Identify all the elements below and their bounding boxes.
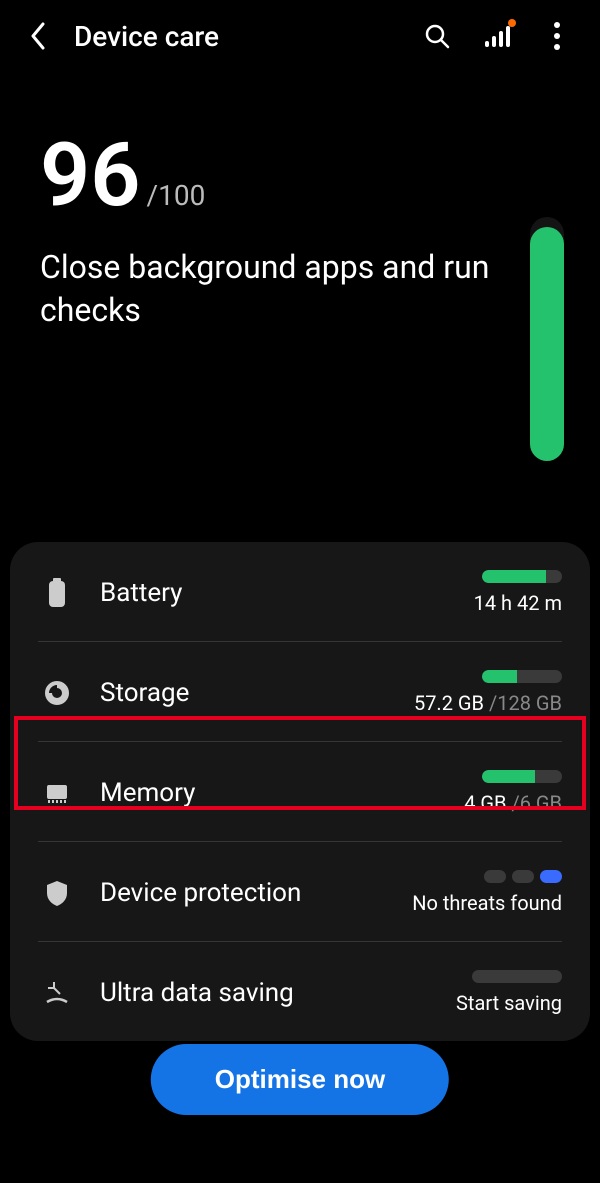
ultra-sub: Start saving [456,991,562,1015]
battery-icon [38,578,76,608]
storage-sub: 57.2 GB /128 GB [414,691,562,715]
optimise-button[interactable]: Optimise now [151,1044,449,1115]
score-bar-fill [530,227,564,461]
row-storage[interactable]: Storage 57.2 GB /128 GB [38,641,562,741]
protection-dots [484,870,562,883]
storage-bar [482,670,562,683]
memory-sub: 4 GB /6 GB [464,791,562,815]
memory-bar [482,770,562,783]
data-saving-icon [38,980,76,1006]
metrics-card: Battery 14 h 42 m Storage 57.2 GB /128 G… [10,542,590,1041]
back-icon[interactable] [24,22,52,50]
protection-sub: No threats found [412,891,562,915]
protection-label: Device protection [100,878,402,908]
notification-dot [508,19,516,27]
header: Device care [0,0,600,72]
shield-icon [38,879,76,907]
storage-icon [38,680,76,706]
battery-bar [482,570,562,583]
score-max: /100 [147,179,206,212]
ultra-bar [472,970,562,983]
page-title: Device care [74,20,424,53]
score-value: 96 [40,132,141,220]
signal-icon[interactable] [484,23,510,49]
memory-label: Memory [100,778,402,808]
search-icon[interactable] [424,23,450,49]
memory-icon [38,782,76,804]
battery-sub: 14 h 42 m [474,591,562,615]
score-bar [530,217,564,461]
row-battery[interactable]: Battery 14 h 42 m [38,542,562,641]
score-message: Close background apps and run checks [40,246,490,332]
more-icon[interactable] [544,23,570,49]
score-section: 96/100 Close background apps and run che… [0,72,600,542]
ultra-label: Ultra data saving [100,978,402,1008]
battery-label: Battery [100,578,402,608]
row-protection[interactable]: Device protection No threats found [38,841,562,941]
row-memory[interactable]: Memory 4 GB /6 GB [38,741,562,841]
row-ultra[interactable]: Ultra data saving Start saving [38,941,562,1041]
storage-label: Storage [100,678,402,708]
